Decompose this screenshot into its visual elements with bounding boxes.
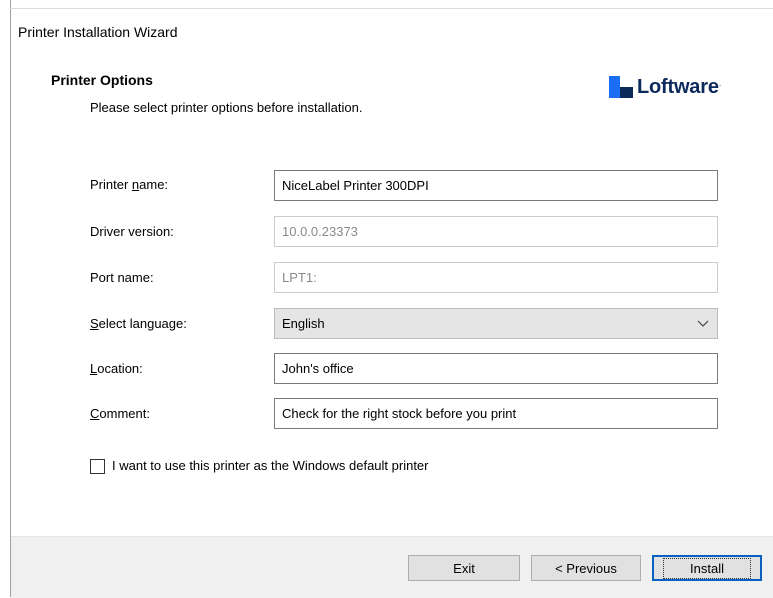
language-select[interactable]: English	[274, 308, 718, 339]
printer-name-label: Printer name:	[90, 177, 169, 192]
chevron-down-icon	[696, 317, 710, 331]
printer-name-input[interactable]: NiceLabel Printer 300DPI	[274, 170, 718, 201]
select-language-label: Select language:	[90, 316, 187, 331]
page-subtitle: Please select printer options before ins…	[90, 100, 363, 115]
window-top-border	[10, 8, 773, 9]
loftware-logo: Loftware ·	[609, 74, 721, 100]
port-name-field: LPT1:	[274, 262, 718, 293]
language-selected-value: English	[282, 316, 325, 331]
logo-trademark: ·	[718, 80, 722, 90]
comment-input[interactable]: Check for the right stock before you pri…	[274, 398, 718, 429]
driver-version-label: Driver version:	[90, 224, 174, 239]
page-title: Printer Options	[51, 72, 153, 88]
comment-label: Comment:	[90, 406, 150, 421]
window-title: Printer Installation Wizard	[18, 24, 178, 40]
default-printer-label[interactable]: I want to use this printer as the Window…	[112, 458, 429, 473]
port-name-label: Port name:	[90, 270, 154, 285]
window-left-border	[10, 0, 11, 597]
exit-button[interactable]: Exit	[408, 555, 520, 581]
driver-version-field: 10.0.0.23373	[274, 216, 718, 247]
default-printer-checkbox[interactable]	[90, 459, 105, 474]
install-button[interactable]: Install	[652, 555, 762, 581]
logo-text: Loftware	[637, 75, 719, 98]
location-input[interactable]: John's office	[274, 353, 718, 384]
loftware-logo-icon	[609, 76, 633, 98]
previous-button[interactable]: < Previous	[531, 555, 641, 581]
location-label: Location:	[90, 361, 143, 376]
